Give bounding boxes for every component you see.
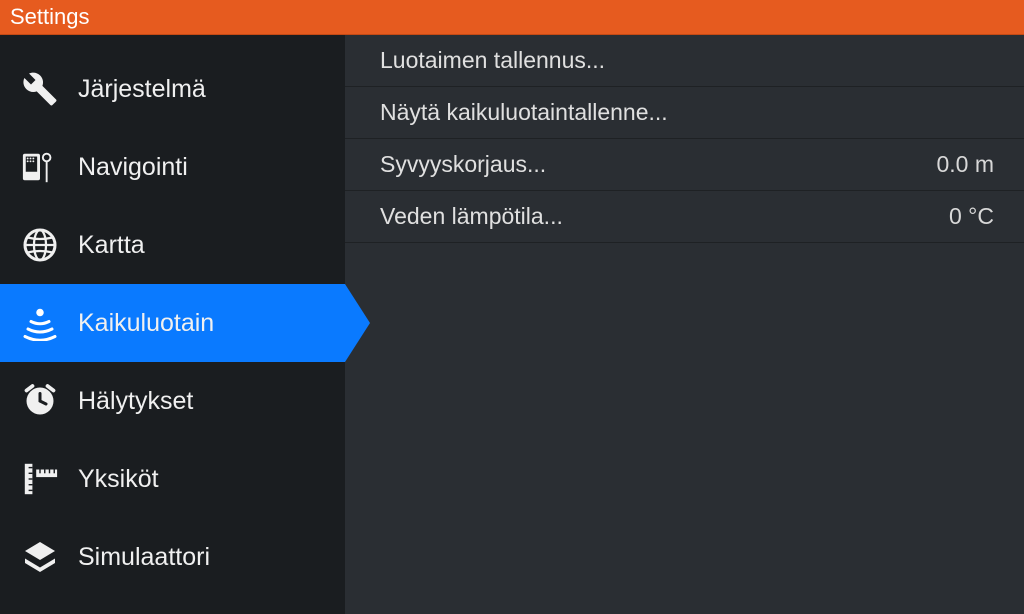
content-item-nayta-tallenne[interactable]: Näytä kaikuluotaintallenne...	[345, 87, 1024, 139]
sidebar-item-label: Kaikuluotain	[78, 309, 214, 338]
sidebar-item-kaikuluotain[interactable]: Kaikuluotain	[0, 284, 345, 362]
content-item-label: Syvyyskorjaus...	[380, 151, 546, 178]
content-item-veden-lampotila[interactable]: Veden lämpötila... 0 °C	[345, 191, 1024, 243]
content-panel: Luotaimen tallennus... Näytä kaikuluotai…	[345, 35, 1024, 614]
content-item-value: 0.0 m	[936, 151, 994, 178]
globe-icon	[20, 225, 60, 265]
sidebar-item-navigointi[interactable]: Navigointi	[0, 128, 345, 206]
main-container: Järjestelmä Navigointi	[0, 35, 1024, 614]
alarm-icon	[20, 381, 60, 421]
content-item-label: Veden lämpötila...	[380, 203, 563, 230]
sidebar-item-label: Navigointi	[78, 153, 188, 182]
sidebar-item-yksikot[interactable]: Yksiköt	[0, 440, 345, 518]
ruler-icon	[20, 459, 60, 499]
wrench-icon	[20, 69, 60, 109]
content-item-value: 0 °C	[949, 203, 994, 230]
sidebar-item-simulaattori[interactable]: Simulaattori	[0, 518, 345, 596]
content-item-label: Luotaimen tallennus...	[380, 47, 605, 74]
layers-icon	[20, 537, 60, 577]
sidebar-item-label: Järjestelmä	[78, 75, 206, 104]
sidebar-item-label: Simulaattori	[78, 543, 210, 572]
content-item-luotaimen-tallennus[interactable]: Luotaimen tallennus...	[345, 35, 1024, 87]
sidebar-item-label: Kartta	[78, 231, 145, 260]
sidebar-item-label: Hälytykset	[78, 387, 193, 416]
sonar-icon	[20, 303, 60, 343]
sidebar-item-halytykset[interactable]: Hälytykset	[0, 362, 345, 440]
sidebar-item-kartta[interactable]: Kartta	[0, 206, 345, 284]
navaid-icon	[20, 147, 60, 187]
content-item-syvyyskorjaus[interactable]: Syvyyskorjaus... 0.0 m	[345, 139, 1024, 191]
sidebar: Järjestelmä Navigointi	[0, 35, 345, 614]
header-title: Settings	[10, 4, 90, 30]
sidebar-item-jarjestelma[interactable]: Järjestelmä	[0, 50, 345, 128]
content-item-label: Näytä kaikuluotaintallenne...	[380, 99, 668, 126]
settings-header: Settings	[0, 0, 1024, 35]
sidebar-item-label: Yksiköt	[78, 465, 159, 494]
